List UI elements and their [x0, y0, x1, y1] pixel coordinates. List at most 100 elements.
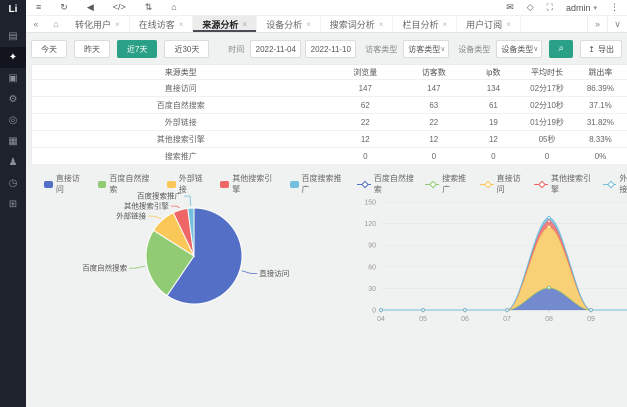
data-point [590, 309, 593, 312]
area-line-其他搜索引擎 [381, 221, 627, 310]
table-header-row: 来源类型浏览量访客数ip数平均时长跳出率 [32, 65, 627, 80]
table-cell: 22 [401, 114, 467, 131]
collapse-tabs-icon[interactable]: « [26, 16, 46, 32]
pie-label: 直接访问 [259, 268, 289, 278]
top-toolbar: ≡ ↻ ◀ </> ⇅ ⌂ ✉ ◇ ⛶ admin ▾ ⋮ [26, 0, 627, 16]
close-tab-icon[interactable]: × [179, 20, 184, 29]
pie-chart: 直接访问百度自然搜索外部链接其他搜索引擎百度搜索推广 [44, 190, 349, 340]
area-legend: 百度自然搜索搜索推广直接访问其他搜索引擎外部链接 [357, 178, 627, 190]
table-cell: 直接访问 [32, 80, 330, 97]
megaphone-icon[interactable]: ◀ [87, 3, 94, 12]
column-header: 来源类型 [32, 65, 330, 80]
chevron-down-icon: ▾ [593, 4, 597, 12]
tab-设备分析[interactable]: 设备分析× [257, 16, 321, 32]
table-cell: 61 [467, 97, 521, 114]
search-button[interactable]: ⌕ [549, 40, 573, 58]
user-menu[interactable]: admin ▾ [566, 3, 597, 13]
close-tab-icon[interactable]: × [379, 20, 384, 29]
legend-marker [534, 180, 548, 189]
swap-vertical-icon[interactable]: ⇅ [145, 3, 153, 12]
message-icon[interactable]: ✉ [506, 3, 514, 12]
table-cell: 0 [467, 148, 521, 165]
close-tab-icon[interactable]: × [442, 20, 447, 29]
app-logo[interactable]: Li [0, 0, 26, 18]
legend-swatch [220, 181, 229, 188]
area-line-外部链接 [381, 218, 627, 310]
home-tab-icon[interactable]: ⌂ [46, 16, 66, 32]
range-button-昨天[interactable]: 昨天 [74, 40, 110, 58]
area-line-直接访问 [381, 227, 627, 310]
column-header: 浏览量 [330, 65, 402, 80]
data-point [506, 309, 509, 312]
date-to-input[interactable] [305, 40, 356, 58]
pie-label: 外部链接 [116, 211, 146, 221]
sidebar-nav: ▤✦▣⚙◎▦♟◷⊞ [0, 26, 26, 215]
tag-icon[interactable]: ◇ [527, 3, 534, 12]
tab-搜索词分析[interactable]: 搜索词分析× [321, 16, 394, 32]
more-vertical-icon[interactable]: ⋮ [610, 3, 619, 12]
settings-icon[interactable]: ⚙ [0, 89, 26, 110]
table-cell: 02分17秒 [520, 80, 574, 97]
visitor-type-label: 访客类型 [365, 44, 397, 55]
tab-dropdown-icon[interactable]: ∨ [607, 16, 627, 32]
data-point [464, 309, 467, 312]
close-tab-icon[interactable]: × [242, 20, 247, 29]
area-chart: 030609012015004050607080910 [357, 190, 627, 340]
tab-转化用户[interactable]: 转化用户× [66, 16, 130, 32]
x-tick-label: 06 [461, 316, 469, 323]
column-header: 访客数 [401, 65, 467, 80]
filter-bar: 今天昨天近7天近30天 时间 访客类型 访客类型 ∨ 设备类型 设备类型 ∨ ⌕… [31, 39, 622, 59]
y-tick-label: 60 [368, 264, 376, 271]
data-point [548, 216, 551, 219]
area-line-百度自然搜索 [381, 288, 627, 310]
table-cell: 147 [330, 80, 402, 97]
table-cell: 外部链接 [32, 114, 330, 131]
chevron-down-icon: ∨ [440, 45, 445, 53]
fullscreen-icon[interactable]: ⛶ [547, 3, 553, 12]
gallery-icon[interactable]: ▣ [0, 68, 26, 89]
range-button-近7天[interactable]: 近7天 [117, 40, 157, 58]
device-type-select[interactable]: 设备类型 ∨ [496, 40, 542, 58]
area-band-其他搜索引擎 [381, 221, 627, 310]
monitor-icon[interactable]: ◎ [0, 110, 26, 131]
apps-icon[interactable]: ⊞ [0, 194, 26, 215]
archive-icon[interactable]: ▦ [0, 131, 26, 152]
dashboard-icon[interactable]: ▤ [0, 26, 26, 47]
toolbar-right-icons: ✉ ◇ ⛶ [506, 3, 553, 12]
table-cell: 02分10秒 [520, 97, 574, 114]
export-button[interactable]: ↥ 导出 [580, 40, 622, 58]
sidebar: Li ▤✦▣⚙◎▦♟◷⊞ [0, 0, 26, 407]
date-from-input[interactable] [250, 40, 301, 58]
table-cell: 19 [467, 114, 521, 131]
tab-来源分析[interactable]: 来源分析× [193, 16, 257, 32]
table-row: 直接访问14714713402分17秒86.39% [32, 80, 627, 97]
area-band-直接访问 [381, 227, 627, 310]
pie-label: 其他搜索引擎 [124, 201, 169, 211]
table-cell: 12 [401, 131, 467, 148]
table-row: 百度自然搜索62636102分10秒37.1% [32, 97, 627, 114]
range-button-近30天[interactable]: 近30天 [164, 40, 209, 58]
pie-label-line [129, 266, 145, 268]
close-tab-icon[interactable]: × [506, 20, 511, 29]
visitor-type-select[interactable]: 访客类型 ∨ [403, 40, 449, 58]
data-point [548, 220, 551, 223]
range-button-今天[interactable]: 今天 [31, 40, 67, 58]
history-icon[interactable]: ◷ [0, 173, 26, 194]
x-tick-label: 04 [377, 316, 385, 323]
expand-tabs-icon[interactable]: » [587, 16, 607, 32]
tab-栏目分析[interactable]: 栏目分析× [393, 16, 457, 32]
tab-用户订阅[interactable]: 用户订阅× [457, 16, 521, 32]
home-icon[interactable]: ⌂ [171, 3, 176, 12]
export-icon: ↥ [588, 45, 595, 54]
close-tab-icon[interactable]: × [306, 20, 311, 29]
tab-bar: « ⌂ 转化用户×在线访客×来源分析×设备分析×搜索词分析×栏目分析×用户订阅×… [26, 16, 627, 33]
tab-在线访客[interactable]: 在线访客× [130, 16, 194, 32]
analytics-icon[interactable]: ✦ [0, 47, 26, 68]
user-icon[interactable]: ♟ [0, 152, 26, 173]
area-chart-panel: 百度自然搜索搜索推广直接访问其他搜索引擎外部链接 030609012015004… [357, 178, 627, 340]
code-icon[interactable]: </> [113, 3, 126, 12]
close-tab-icon[interactable]: × [115, 20, 120, 29]
device-type-label: 设备类型 [458, 44, 490, 55]
refresh-icon[interactable]: ↻ [60, 3, 68, 12]
menu-icon[interactable]: ≡ [36, 3, 41, 12]
